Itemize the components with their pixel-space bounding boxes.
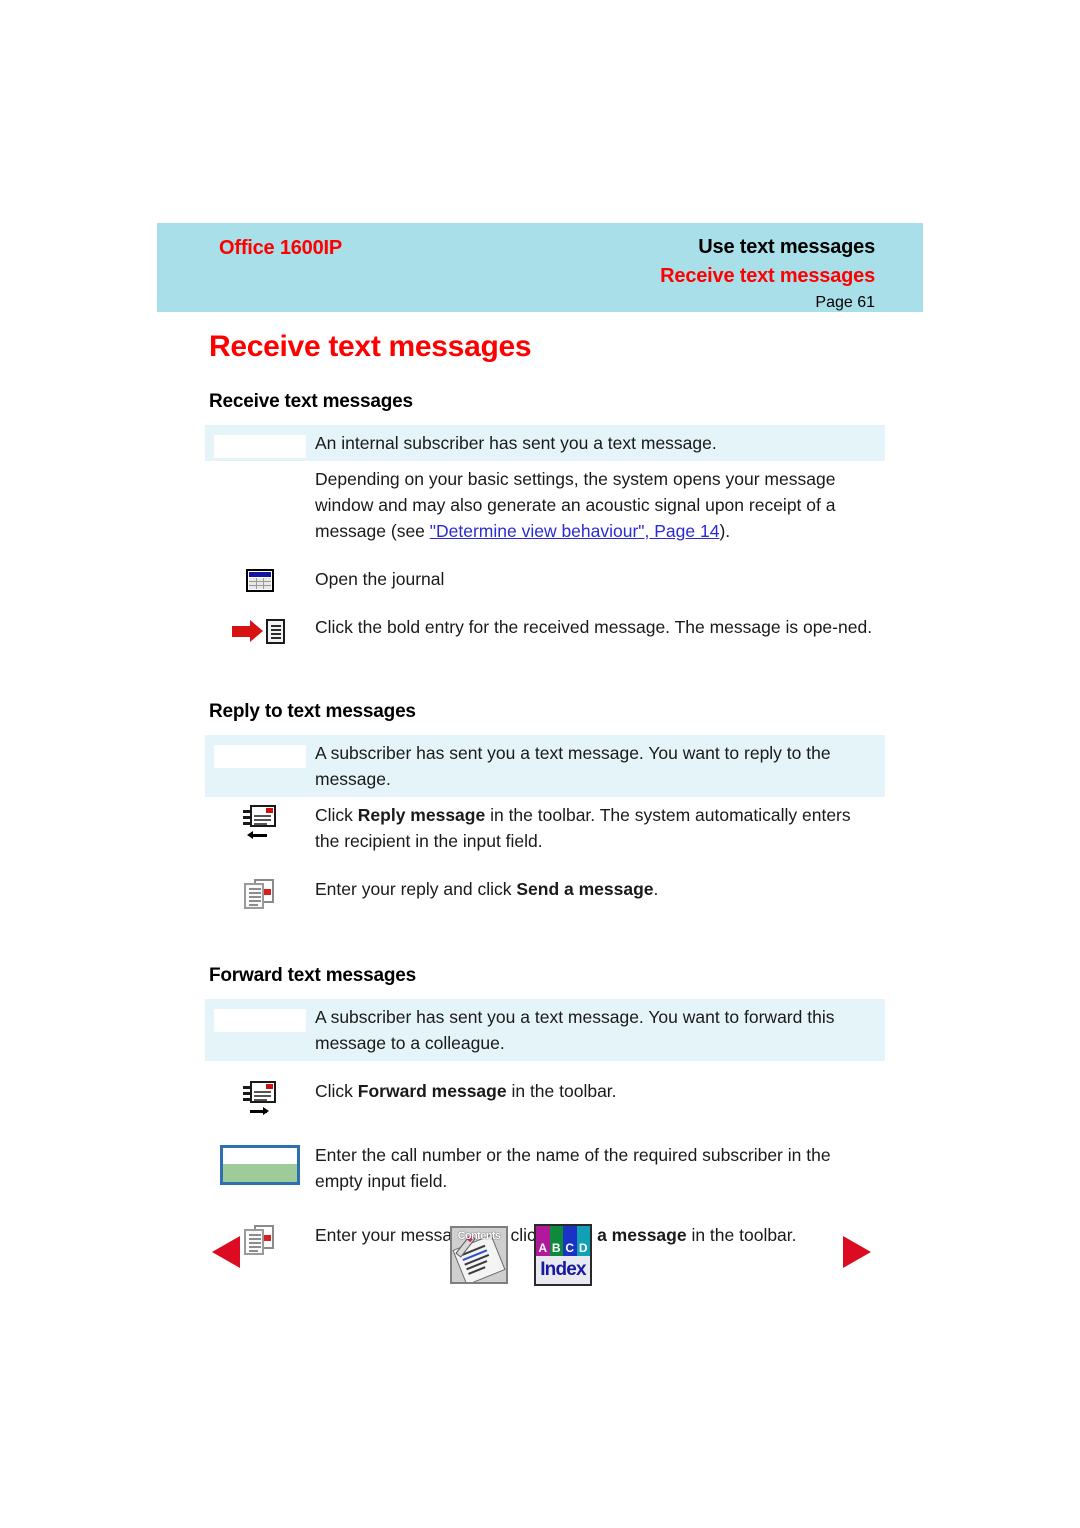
page-title: Receive text messages [209, 330, 532, 363]
step-text-post: in the toolbar. [506, 1081, 617, 1101]
step-row-reply: Click Reply message in the toolbar. The … [205, 797, 885, 859]
contents-button[interactable]: Contents [450, 1226, 508, 1284]
previous-page-arrow-icon[interactable] [212, 1236, 240, 1268]
journal-grid [249, 578, 271, 589]
precondition-row: A subscriber has sent you a text message… [205, 735, 885, 797]
row-icon-cell [205, 609, 315, 647]
red-arrow-document-icon [232, 617, 288, 647]
index-tabs-glyph: A B C D [536, 1226, 590, 1256]
header-section-title: Receive text messages [660, 265, 875, 287]
precondition-text: An internal subscriber has sent you a te… [315, 433, 717, 453]
row-icon-cell [205, 1073, 315, 1119]
step-text-reply: Click Reply message in the toolbar. The … [315, 797, 885, 859]
step-text-pre: Click [315, 805, 358, 825]
step-text-open-journal: Open the journal [315, 569, 445, 589]
page-header-banner: Office 1600IP Use text messages Receive … [157, 223, 923, 312]
step-text-pre: Click [315, 1081, 358, 1101]
toolbar-command-name: Reply message [357, 805, 486, 825]
header-product-name: Office 1600IP [219, 237, 343, 259]
arrow-head [250, 620, 263, 642]
forward-message-icon [243, 1081, 277, 1119]
precondition-box-icon [214, 745, 306, 768]
right-arrow-glyph [247, 1107, 269, 1116]
index-tab-c: C [563, 1226, 577, 1256]
step-row-open-message: Click the bold entry for the received me… [205, 609, 885, 647]
step-text-open-message: Click the bold entry for the received me… [315, 617, 873, 637]
precondition-row: A subscriber has sent you a text message… [205, 999, 885, 1061]
bottom-navigation-bar: Contents A B C D Index [157, 1218, 923, 1298]
journal-table-icon [246, 569, 274, 592]
row-icon-cell [205, 999, 315, 1032]
row-icon-cell [205, 797, 315, 843]
send-front-sheet [244, 883, 264, 909]
row-icon-cell [205, 425, 315, 458]
message-window-glyph [250, 805, 276, 827]
contents-button-label: Contents [457, 1230, 501, 1242]
index-tab-a: A [536, 1226, 550, 1256]
note-text-post: ). [719, 521, 731, 541]
precondition-box-icon [214, 1009, 306, 1032]
toolbar-command-name: Forward message [357, 1081, 507, 1101]
header-page-number: Page 61 [815, 294, 875, 311]
row-icon-cell [205, 461, 315, 467]
index-button-label: Index [540, 1259, 586, 1280]
index-button-label-bar: Index [536, 1256, 590, 1284]
step-row-enter-number: Enter the call number or the name of the… [205, 1137, 885, 1199]
step-text-forward: Click Forward message in the toolbar. [315, 1073, 885, 1109]
section-heading-receive: Receive text messages [209, 391, 413, 412]
header-chapter-title: Use text messages [698, 236, 875, 258]
arrow-shaft [232, 626, 251, 637]
section-heading-forward: Forward text messages [209, 965, 416, 986]
precondition-box-icon [214, 435, 306, 458]
step-text-pre: Enter your reply and click [315, 879, 517, 899]
step-text-enter-number: Enter the call number or the name of the… [315, 1145, 831, 1191]
index-tab-d: D [576, 1226, 590, 1256]
precondition-text: A subscriber has sent you a text message… [315, 1007, 835, 1053]
cross-reference-link[interactable]: "Determine view behaviour", Page 14 [430, 521, 720, 541]
send-message-icon [244, 879, 276, 911]
next-page-arrow-icon[interactable] [843, 1236, 871, 1268]
step-text-send-reply: Enter your reply and click Send a messag… [315, 871, 885, 907]
document-glyph [266, 619, 285, 644]
precondition-text: A subscriber has sent you a text message… [315, 743, 831, 789]
index-button[interactable]: A B C D Index [534, 1224, 592, 1286]
row-icon-cell [205, 735, 315, 768]
section-heading-reply: Reply to text messages [209, 701, 416, 722]
note-row: Depending on your basic settings, the sy… [205, 461, 885, 549]
row-icon-cell [205, 1137, 315, 1185]
step-row-send-reply: Enter your reply and click Send a messag… [205, 871, 885, 911]
step-row-open-journal: Open the journal [205, 561, 885, 597]
step-row-forward: Click Forward message in the toolbar. [205, 1073, 885, 1119]
left-arrow-glyph [247, 831, 269, 840]
note-text: Depending on your basic settings, the sy… [315, 461, 885, 549]
message-window-glyph [250, 1081, 276, 1103]
index-tab-b: B [549, 1226, 563, 1256]
row-icon-cell [205, 561, 315, 592]
input-field-icon [220, 1145, 300, 1185]
step-text-post: . [653, 879, 659, 899]
precondition-row: An internal subscriber has sent you a te… [205, 425, 885, 461]
toolbar-command-name: Send a message [516, 879, 654, 899]
reply-message-icon [243, 805, 277, 843]
row-icon-cell [205, 871, 315, 911]
document-content: Receive text messages Receive text messa… [205, 330, 885, 1257]
